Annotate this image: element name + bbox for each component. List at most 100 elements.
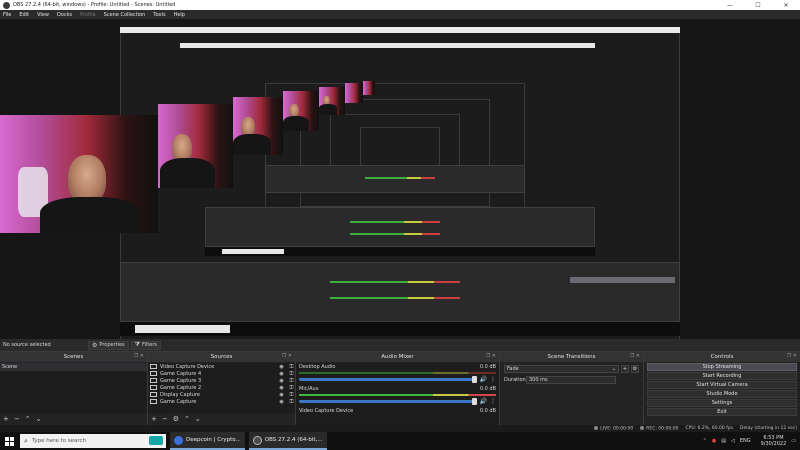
menu-profile[interactable]: Profile: [80, 12, 96, 18]
source-settings-icon[interactable]: ⚙: [173, 415, 179, 423]
source-toolbar: No source selected ⚙ Properties ⧩ Filter…: [0, 339, 800, 352]
eye-icon[interactable]: ◉: [278, 371, 285, 377]
menu-tools[interactable]: Tools: [153, 12, 165, 18]
mixer-channel: Mic/Aux 0.0 dB 🔊 ⋮: [296, 385, 499, 407]
eye-icon[interactable]: ◉: [278, 399, 285, 405]
channel-db: 0.0 dB: [479, 386, 496, 392]
language-indicator[interactable]: ENG: [740, 438, 751, 444]
dock-float-icon[interactable]: ❐ ✕: [282, 353, 292, 359]
dock-float-icon[interactable]: ❐ ✕: [486, 353, 496, 359]
dock-float-icon[interactable]: ❐ ✕: [630, 353, 640, 359]
scenes-dock: Scenes ❐ ✕ Scene + − ⌃ ⌄: [0, 352, 148, 425]
eye-icon[interactable]: ◉: [278, 378, 285, 384]
mic-icon[interactable]: ●: [712, 438, 716, 444]
start-button[interactable]: [0, 432, 18, 450]
dock-float-icon[interactable]: ❐ ✕: [787, 353, 797, 359]
lock-icon[interactable]: ⚿: [288, 364, 295, 370]
source-item[interactable]: Display Capture ◉ ⚿: [148, 391, 295, 398]
preview-canvas[interactable]: [0, 19, 800, 339]
clock-date: 9/30/2022: [760, 441, 787, 447]
notifications-icon[interactable]: ▭: [791, 438, 796, 444]
eye-icon[interactable]: ◉: [278, 385, 285, 391]
title-bar: OBS 27.2.4 (64-bit, windows) - Profile: …: [0, 0, 800, 10]
menu-edit[interactable]: Edit: [19, 12, 29, 18]
menu-file[interactable]: File: [3, 12, 11, 18]
menu-help[interactable]: Help: [174, 12, 185, 18]
scene-item[interactable]: Scene: [0, 363, 147, 371]
sources-list: Video Capture Device ◉ ⚿ Game Capture 4 …: [148, 363, 295, 413]
transition-settings-icon[interactable]: ⚙: [631, 365, 639, 373]
transition-select[interactable]: Fade ⌄: [504, 365, 619, 373]
add-source-button[interactable]: +: [151, 415, 157, 423]
nested-meter: [350, 233, 440, 235]
speaker-icon[interactable]: 🔊: [480, 376, 487, 383]
menu-view[interactable]: View: [37, 12, 49, 18]
source-item[interactable]: Video Capture Device ◉ ⚿: [148, 363, 295, 370]
clock[interactable]: 6:53 PM 9/30/2022: [756, 435, 787, 447]
taskbar-app-browser[interactable]: Deepcoin | Crypto...: [170, 432, 245, 450]
transitions-title: Scene Transitions: [547, 354, 596, 360]
settings-button[interactable]: Settings: [647, 399, 797, 407]
taskbar-app-obs[interactable]: OBS 27.2.4 (64-bit,...: [248, 432, 327, 450]
move-up-icon[interactable]: ⌃: [184, 415, 190, 423]
audio-mixer-title: Audio Mixer: [381, 354, 414, 360]
taskbar-app-label: OBS 27.2.4 (64-bit,...: [264, 437, 323, 443]
minimize-button[interactable]: —: [716, 0, 744, 10]
maximize-button[interactable]: ☐: [744, 0, 772, 10]
start-virtual-camera-button[interactable]: Start Virtual Camera: [647, 381, 797, 389]
properties-label: Properties: [99, 342, 125, 348]
menu-scene-collection[interactable]: Scene Collection: [104, 12, 146, 18]
volume-meter: [299, 372, 496, 374]
window-title: OBS 27.2.4 (64-bit, windows) - Profile: …: [13, 2, 176, 8]
slider-handle[interactable]: [471, 376, 477, 383]
eye-icon[interactable]: ◉: [278, 392, 285, 398]
menu-dots-icon[interactable]: ⋮: [490, 376, 496, 383]
slider-handle[interactable]: [471, 398, 477, 405]
lock-icon[interactable]: ⚿: [288, 371, 295, 377]
search-placeholder: Type here to search: [31, 438, 86, 444]
remove-source-button[interactable]: −: [162, 415, 168, 423]
exit-button[interactable]: Exit: [647, 408, 797, 416]
duration-input[interactable]: 300 ms: [526, 376, 616, 384]
move-up-icon[interactable]: ⌃: [25, 415, 31, 423]
move-down-icon[interactable]: ⌄: [195, 415, 201, 423]
lock-icon[interactable]: ⚿: [288, 392, 295, 398]
properties-button[interactable]: ⚙ Properties: [88, 340, 129, 350]
filters-button[interactable]: ⧩ Filters: [130, 340, 162, 350]
move-down-icon[interactable]: ⌄: [36, 415, 42, 423]
volume-slider[interactable]: [299, 398, 477, 405]
volume-icon[interactable]: ◁: [731, 438, 735, 444]
lock-icon[interactable]: ⚿: [288, 378, 295, 384]
start-recording-button[interactable]: Start Recording: [647, 372, 797, 380]
taskbar-search[interactable]: ⌕ Type here to search: [20, 434, 166, 448]
source-item[interactable]: Game Capture 2 ◉ ⚿: [148, 384, 295, 391]
close-button[interactable]: ✕: [772, 0, 800, 10]
speaker-icon[interactable]: 🔊: [480, 398, 487, 405]
docks-area: Scenes ❐ ✕ Scene + − ⌃ ⌄ Sources ❐ ✕ Vid…: [0, 352, 800, 425]
remove-scene-button[interactable]: −: [14, 415, 20, 423]
dock-float-icon[interactable]: ❐ ✕: [134, 353, 144, 359]
menu-docks[interactable]: Docks: [57, 12, 72, 18]
studio-mode-button[interactable]: Studio Mode: [647, 390, 797, 398]
status-bar: LIVE: 00:00:00 REC: 00:00:00 CPU: 6.2%, …: [0, 425, 800, 432]
obs-logo-icon: [3, 1, 10, 9]
lock-icon[interactable]: ⚿: [288, 385, 295, 391]
volume-slider[interactable]: [299, 376, 477, 383]
add-scene-button[interactable]: +: [3, 415, 9, 423]
menu-dots-icon[interactable]: ⋮: [490, 398, 496, 405]
chevron-up-icon[interactable]: ⌃: [703, 438, 707, 444]
source-item[interactable]: Game Capture ◉ ⚿: [148, 398, 295, 405]
gamepad-icon: [150, 371, 157, 376]
scenes-list: Scene: [0, 363, 147, 413]
search-icon: ⌕: [24, 436, 28, 445]
lock-icon[interactable]: ⚿: [288, 399, 295, 405]
nested-meter: [330, 297, 460, 299]
eye-icon[interactable]: ◉: [278, 364, 285, 370]
source-label: Video Capture Device: [160, 363, 215, 370]
source-item[interactable]: Game Capture 4 ◉ ⚿: [148, 370, 295, 377]
network-icon[interactable]: ▤: [721, 438, 726, 444]
rec-dot-icon: [640, 425, 645, 430]
stop-streaming-button[interactable]: Stop Streaming: [647, 363, 797, 371]
source-item[interactable]: Game Capture 3 ◉ ⚿: [148, 377, 295, 384]
add-transition-button[interactable]: +: [621, 365, 629, 373]
